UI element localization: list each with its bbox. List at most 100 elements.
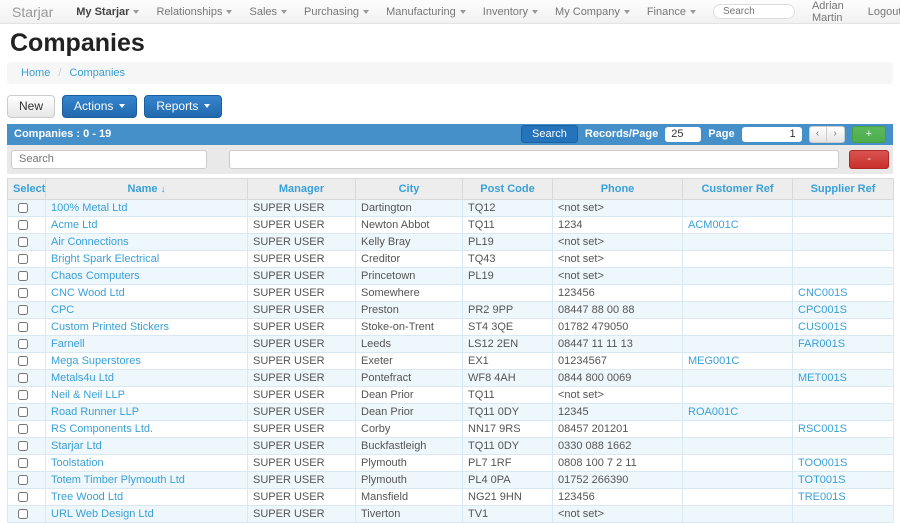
user-name[interactable]: Adrian Martin xyxy=(812,0,844,24)
manager-cell: SUPER USER xyxy=(247,470,356,489)
logout-link[interactable]: Logout xyxy=(868,6,900,18)
manager-cell: SUPER USER xyxy=(247,487,356,506)
header-customer-ref[interactable]: Customer Ref xyxy=(682,177,793,200)
company-name-link[interactable]: Mega Superstores xyxy=(51,355,141,367)
row-select-checkbox[interactable] xyxy=(18,508,28,519)
company-name-link[interactable]: Custom Printed Stickers xyxy=(51,321,169,333)
company-name-link[interactable]: Starjar Ltd xyxy=(51,440,102,452)
post-code-cell: TQ43 xyxy=(462,249,553,268)
manager-cell: SUPER USER xyxy=(247,283,356,302)
supplier-ref-link[interactable]: FAR001S xyxy=(798,338,845,350)
company-name-link[interactable]: CPC xyxy=(51,304,74,316)
header-city[interactable]: City xyxy=(355,177,463,200)
company-name-link[interactable]: Bright Spark Electrical xyxy=(51,253,159,265)
phone-cell: <not set> xyxy=(552,249,683,268)
table-row: Chaos Computers SUPER USER Princetown PL… xyxy=(7,266,894,285)
nav-finance[interactable]: Finance xyxy=(647,6,696,18)
company-name-link[interactable]: Acme Ltd xyxy=(51,219,97,231)
company-name-link[interactable]: Tree Wood Ltd xyxy=(51,491,123,503)
nav-my-starjar[interactable]: My Starjar xyxy=(76,6,140,18)
company-name-link[interactable]: Air Connections xyxy=(51,236,129,248)
row-select-checkbox[interactable] xyxy=(18,389,28,400)
row-select-checkbox[interactable] xyxy=(18,440,28,451)
company-name-link[interactable]: 100% Metal Ltd xyxy=(51,202,127,214)
next-page-button[interactable]: › xyxy=(826,125,845,143)
row-select-checkbox[interactable] xyxy=(18,236,28,247)
header-supplier-ref[interactable]: Supplier Ref xyxy=(792,177,894,200)
header-manager[interactable]: Manager xyxy=(247,177,356,200)
post-code-cell: TQ11 0DY xyxy=(462,402,553,421)
global-search-input[interactable] xyxy=(712,4,795,19)
row-select-checkbox[interactable] xyxy=(18,321,28,332)
company-name-link[interactable]: Toolstation xyxy=(51,457,104,469)
supplier-ref-link[interactable]: CUS001S xyxy=(798,321,847,333)
phone-cell: 08447 11 11 13 xyxy=(552,334,683,353)
city-cell: Dean Prior xyxy=(355,402,463,421)
header-post-code[interactable]: Post Code xyxy=(462,177,553,200)
customer-ref-link[interactable]: MEG001C xyxy=(688,355,739,367)
reports-dropdown-button[interactable]: Reports xyxy=(144,94,223,118)
nav-manufacturing[interactable]: Manufacturing xyxy=(386,6,466,18)
table-row: Metals4u Ltd SUPER USER Pontefract WF8 4… xyxy=(7,368,894,387)
row-select-checkbox[interactable] xyxy=(18,338,28,349)
row-select-checkbox[interactable] xyxy=(18,372,28,383)
chevron-left-icon: ‹ xyxy=(815,128,820,139)
row-select-checkbox[interactable] xyxy=(18,406,28,417)
search-button[interactable]: Search xyxy=(521,125,578,143)
row-select-checkbox[interactable] xyxy=(18,423,28,434)
row-select-checkbox[interactable] xyxy=(18,304,28,315)
previous-page-button[interactable]: ‹ xyxy=(808,125,827,143)
nav-my-company[interactable]: My Company xyxy=(555,6,630,18)
page-number-input[interactable] xyxy=(741,126,802,142)
company-name-link[interactable]: URL Web Design Ltd xyxy=(51,508,154,520)
company-name-link[interactable]: Neil & Neil LLP xyxy=(51,389,125,401)
row-select-checkbox[interactable] xyxy=(18,491,28,502)
company-name-link[interactable]: Totem Timber Plymouth Ltd xyxy=(51,474,185,486)
nav-sales[interactable]: Sales xyxy=(249,6,288,18)
caret-down-icon xyxy=(204,104,211,108)
company-name-link[interactable]: Chaos Computers xyxy=(51,270,140,282)
new-button[interactable]: New xyxy=(7,94,56,118)
breadcrumb-home-link[interactable]: Home xyxy=(21,67,50,79)
filter-field-input[interactable] xyxy=(11,149,207,169)
customer-ref-link[interactable]: ACM001C xyxy=(688,219,739,231)
company-name-link[interactable]: RS Components Ltd. xyxy=(51,423,153,435)
actions-dropdown-button[interactable]: Actions xyxy=(62,94,138,118)
phone-cell: 01234567 xyxy=(552,351,683,370)
nav-inventory[interactable]: Inventory xyxy=(483,6,539,18)
supplier-ref-link[interactable]: TOT001S xyxy=(798,474,846,486)
customer-ref-link[interactable]: ROA001C xyxy=(688,406,738,418)
caret-down-icon xyxy=(119,104,126,108)
company-name-link[interactable]: Metals4u Ltd xyxy=(51,372,114,384)
remove-search-row-button[interactable]: - xyxy=(849,149,889,169)
header-name[interactable]: Name ↓ xyxy=(45,177,248,200)
company-name-link[interactable]: Road Runner LLP xyxy=(51,406,139,418)
supplier-ref-link[interactable]: TOO001S xyxy=(798,457,847,469)
records-per-page-input[interactable] xyxy=(665,126,702,142)
row-select-checkbox[interactable] xyxy=(18,270,28,281)
add-search-row-button[interactable]: + xyxy=(851,125,886,143)
supplier-ref-link[interactable]: CNC001S xyxy=(798,287,848,299)
row-select-checkbox[interactable] xyxy=(18,457,28,468)
company-name-link[interactable]: CNC Wood Ltd xyxy=(51,287,125,299)
nav-relationships[interactable]: Relationships xyxy=(156,6,233,18)
filter-value-input[interactable] xyxy=(229,149,840,169)
row-select-checkbox[interactable] xyxy=(18,219,28,230)
supplier-ref-link[interactable]: CPC001S xyxy=(798,304,847,316)
minus-icon: - xyxy=(867,152,871,165)
breadcrumb: Home / Companies xyxy=(7,61,893,84)
row-select-checkbox[interactable] xyxy=(18,202,28,213)
post-code-cell: LS12 2EN xyxy=(462,334,553,353)
breadcrumb-current-link[interactable]: Companies xyxy=(69,67,125,79)
header-phone[interactable]: Phone xyxy=(552,177,683,200)
nav-purchasing[interactable]: Purchasing xyxy=(304,6,370,18)
supplier-ref-link[interactable]: TRE001S xyxy=(798,491,846,503)
supplier-ref-link[interactable]: MET001S xyxy=(798,372,847,384)
row-select-checkbox[interactable] xyxy=(18,355,28,366)
row-select-checkbox[interactable] xyxy=(18,287,28,298)
company-name-link[interactable]: Farnell xyxy=(51,338,85,350)
post-code-cell: PL4 0PA xyxy=(462,470,553,489)
row-select-checkbox[interactable] xyxy=(18,253,28,264)
row-select-checkbox[interactable] xyxy=(18,474,28,485)
supplier-ref-link[interactable]: RSC001S xyxy=(798,423,847,435)
